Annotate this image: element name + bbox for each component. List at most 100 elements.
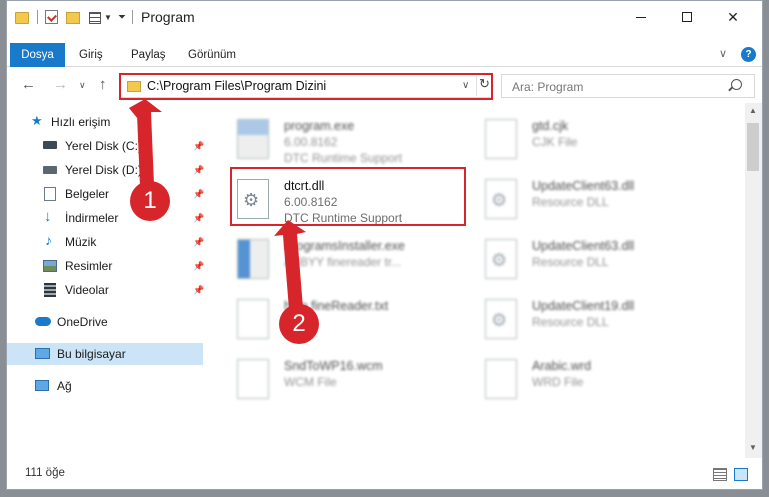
recent-locations-icon[interactable]: ∨ <box>79 80 86 91</box>
tab-share[interactable]: Paylaş <box>131 43 166 67</box>
sidebar-item-label: Müzik <box>65 235 97 249</box>
help-icon[interactable]: ? <box>741 47 756 62</box>
file-item[interactable]: help.fineReader.txt <box>207 291 447 345</box>
search-input[interactable]: Ara: Program <box>501 74 755 98</box>
star-icon: ★ <box>31 113 43 128</box>
sidebar-item-label: Videolar <box>65 283 109 297</box>
up-button[interactable]: ↑ <box>99 76 107 93</box>
sidebar-item-quick-access[interactable]: ★ Hızlı erişim <box>7 111 203 133</box>
scroll-up-icon[interactable]: ▲ <box>749 106 757 115</box>
address-dropdown-icon[interactable]: ∨ <box>462 80 469 91</box>
close-button[interactable]: ✕ <box>710 1 756 33</box>
file-icon <box>237 359 269 399</box>
file-item[interactable]: program.exe 6.00.8162 DTC Runtime Suppor… <box>207 111 447 165</box>
cloud-icon <box>35 317 51 326</box>
sidebar-item-pictures[interactable]: Resimler 📌 <box>7 255 204 277</box>
file-name: SndToWP16.wcm <box>284 359 383 373</box>
file-type: CJK File <box>532 135 578 149</box>
navigation-pane: ★ Hızlı erişim Yerel Disk (C:) 📌 Yerel D… <box>7 107 205 459</box>
tab-home[interactable]: Giriş <box>79 43 103 67</box>
file-version: 6.00.8162 <box>284 135 338 149</box>
file-item[interactable]: UpdateClient63.dll Resource DLL <box>455 171 695 225</box>
dll-file-icon <box>485 299 517 339</box>
sidebar-item-disk-d[interactable]: Yerel Disk (D:) 📌 <box>7 159 204 181</box>
drive-icon <box>43 166 57 174</box>
file-name: UpdateClient19.dll <box>532 299 635 313</box>
pin-icon[interactable]: 📌 <box>193 189 204 200</box>
sidebar-item-onedrive[interactable]: OneDrive <box>7 311 203 333</box>
sidebar-item-music[interactable]: ♪ Müzik 📌 <box>7 231 204 253</box>
file-item[interactable]: gtd.cjk CJK File <box>455 111 695 165</box>
sidebar-item-label: Yerel Disk (C:) <box>65 139 142 153</box>
network-icon <box>35 380 49 391</box>
sidebar-item-label: Resimler <box>65 259 113 273</box>
search-placeholder: Ara: Program <box>512 80 584 94</box>
customize-toolbar-icon[interactable]: ⏷ <box>118 12 126 23</box>
file-type: WCM File <box>284 375 337 389</box>
file-item[interactable]: UpdateClient19.dll Resource DLL <box>455 291 695 345</box>
file-icon <box>485 359 517 399</box>
sidebar-item-label: Ağ <box>57 379 72 393</box>
music-icon: ♪ <box>45 232 52 248</box>
pin-icon[interactable]: 📌 <box>193 285 204 296</box>
address-bar[interactable]: C:\Program Files\Program Dizini ∨ ↻ <box>119 74 492 98</box>
sidebar-item-network[interactable]: Ağ <box>7 375 203 397</box>
text-file-icon <box>237 299 269 339</box>
file-icon <box>485 119 517 159</box>
dll-file-icon <box>237 179 269 219</box>
pin-icon[interactable]: 📌 <box>193 165 204 176</box>
pin-icon[interactable]: 📌 <box>193 237 204 248</box>
sidebar-item-videos[interactable]: Videolar 📌 <box>7 279 204 301</box>
file-name: UpdateClient63.dll <box>532 179 635 193</box>
separator <box>37 10 38 24</box>
pictures-icon <box>43 260 57 272</box>
exe-file-icon <box>237 119 269 159</box>
tab-view[interactable]: Görünüm <box>188 43 236 67</box>
sidebar-item-this-pc[interactable]: Bu bilgisayar <box>7 343 203 365</box>
expand-ribbon-icon[interactable]: ∨ <box>719 47 727 60</box>
new-folder-icon[interactable] <box>66 12 80 24</box>
large-icons-view-icon[interactable] <box>734 468 748 481</box>
sidebar-item-label: Bu bilgisayar <box>57 347 126 361</box>
title-bar: ▼ ⏷ Program ✕ <box>7 1 762 33</box>
sidebar-item-label: Hızlı erişim <box>51 115 111 129</box>
ribbon-tabs: Dosya Giriş Paylaş Görünüm ∨ ? <box>7 43 762 67</box>
scroll-down-icon[interactable]: ▼ <box>749 443 757 452</box>
document-icon <box>44 187 56 201</box>
sidebar-item-documents[interactable]: Belgeler 📌 <box>7 183 204 205</box>
file-item[interactable]: SndToWP16.wcm WCM File <box>207 351 447 405</box>
step-marker-2: 2 <box>279 304 319 344</box>
sidebar-item-downloads[interactable]: ↓ İndirmeler 📌 <box>7 207 204 229</box>
scrollbar-thumb[interactable] <box>747 123 759 171</box>
pin-icon[interactable]: 📌 <box>193 213 204 224</box>
file-item[interactable]: ProgramsInstaller.exe ABBYY finereader t… <box>207 231 447 285</box>
minimize-button[interactable] <box>618 1 664 33</box>
file-item[interactable]: Arabic.wrd WRD File <box>455 351 695 405</box>
file-item[interactable]: UpdateClient63.dll Resource DLL <box>455 231 695 285</box>
drive-icon <box>43 141 57 149</box>
search-icon <box>731 79 742 90</box>
file-item-dtcrt[interactable]: dtcrt.dll 6.00.8162 DTC Runtime Support <box>207 171 447 225</box>
sidebar-item-disk-c[interactable]: Yerel Disk (C:) 📌 <box>7 135 204 157</box>
dll-file-icon <box>485 179 517 219</box>
pin-icon[interactable]: 📌 <box>193 141 204 152</box>
vertical-scrollbar[interactable]: ▲ ▼ <box>745 103 762 458</box>
details-view-icon[interactable] <box>713 468 727 481</box>
pin-icon[interactable]: 📌 <box>193 261 204 272</box>
folder-icon <box>15 12 29 24</box>
back-button[interactable]: ← <box>21 76 36 93</box>
file-name: dtcrt.dll <box>284 179 325 193</box>
view-icon[interactable] <box>89 12 101 24</box>
file-type: Resource DLL <box>532 255 609 269</box>
maximize-button[interactable] <box>664 1 710 33</box>
forward-button[interactable]: → <box>53 76 68 93</box>
chevron-down-icon[interactable]: ▼ <box>104 13 112 22</box>
address-path[interactable]: C:\Program Files\Program Dizini <box>147 79 326 93</box>
minimize-icon <box>636 16 646 18</box>
file-name: ProgramsInstaller.exe <box>284 239 405 253</box>
file-version: 6.00.8162 <box>284 195 338 209</box>
properties-icon[interactable] <box>45 10 58 24</box>
refresh-icon[interactable]: ↻ <box>476 76 492 96</box>
tab-file[interactable]: Dosya <box>10 43 65 67</box>
file-description: ABBYY finereader tr... <box>284 255 402 269</box>
